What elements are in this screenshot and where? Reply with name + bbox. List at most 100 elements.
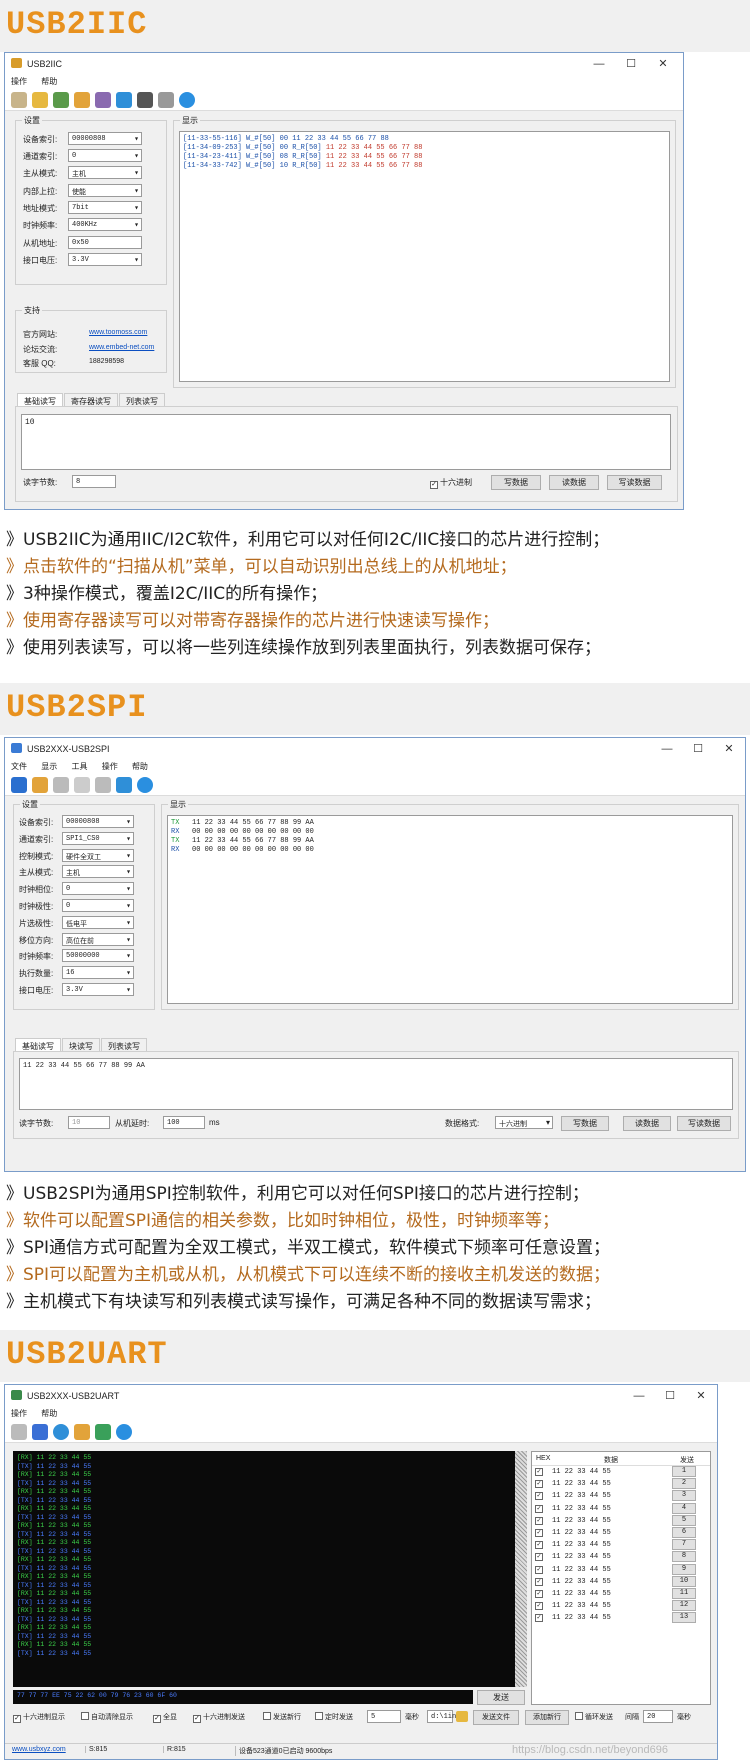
list-check-icon[interactable]: ✓ — [535, 1589, 543, 1598]
device-icon[interactable] — [137, 92, 153, 108]
website-link[interactable]: www.toomoss.com — [89, 329, 147, 336]
read-button[interactable]: 读数据 — [623, 1116, 671, 1131]
setting-select[interactable]: 50000000 — [62, 949, 134, 963]
play-icon[interactable] — [53, 777, 69, 793]
list-check-icon[interactable]: ✓ — [535, 1565, 543, 1574]
log-area[interactable]: TX 11 22 33 44 55 66 77 88 99 AA RX 00 00… — [167, 815, 733, 1004]
list-check-icon[interactable]: ✓ — [535, 1480, 543, 1489]
slave-address-input[interactable]: 0x50 — [68, 236, 142, 249]
hex-display-checkbox[interactable]: ✓ 十六进制显示 — [13, 1712, 65, 1723]
close-icon[interactable]: ✕ — [649, 56, 677, 72]
open-icon[interactable] — [32, 92, 48, 108]
list-check-icon[interactable]: ✓ — [535, 1553, 543, 1562]
minimize-icon[interactable]: — — [653, 741, 681, 757]
menu-operate[interactable]: 操作 — [11, 1409, 27, 1418]
newline-checkbox[interactable]: 发送新行 — [263, 1712, 301, 1722]
maximize-icon[interactable]: ☐ — [684, 741, 712, 757]
setting-select[interactable]: 0 — [68, 149, 142, 162]
save-icon[interactable] — [53, 92, 69, 108]
calc-icon[interactable] — [95, 1424, 111, 1440]
menu-help[interactable]: 帮助 — [41, 77, 57, 86]
setting-select[interactable]: 低电平 — [62, 915, 134, 929]
setting-select[interactable]: 3.3V — [62, 983, 134, 996]
setting-select[interactable]: 16 — [62, 966, 134, 980]
file-path-input[interactable]: d:\1in — [427, 1710, 456, 1723]
timer-spinner[interactable]: 5 — [367, 1710, 401, 1723]
list-check-icon[interactable]: ✓ — [535, 1528, 543, 1537]
setting-select[interactable]: 0 — [62, 899, 134, 912]
bytes-spinner[interactable]: 8 — [72, 475, 116, 488]
list-check-icon[interactable]: ✓ — [535, 1614, 543, 1623]
show-all-checkbox[interactable]: ✓ 全显 — [153, 1712, 177, 1723]
list-send-button[interactable]: 10 — [672, 1575, 696, 1587]
log-scrollbar[interactable] — [515, 1451, 527, 1687]
list-check-icon[interactable]: ✓ — [535, 1468, 543, 1476]
uart-log[interactable]: [RX] 11 22 33 44 55 [TX] 11 22 33 44 55 [R… — [13, 1451, 518, 1687]
timed-send-checkbox[interactable]: 定时发送 — [315, 1712, 353, 1722]
list-send-button[interactable]: 13 — [672, 1612, 696, 1624]
new-icon[interactable] — [11, 92, 27, 108]
menu-help[interactable]: 帮助 — [41, 1409, 57, 1418]
format-select[interactable]: 十六进制 — [495, 1116, 553, 1129]
edit-icon[interactable] — [95, 777, 111, 793]
list-send-button[interactable]: 5 — [672, 1514, 696, 1526]
write-read-button[interactable]: 写读数据 — [677, 1116, 731, 1131]
help-icon[interactable] — [137, 777, 153, 793]
save-icon[interactable] — [11, 777, 27, 793]
write-button[interactable]: 写数据 — [561, 1116, 609, 1131]
log-area[interactable]: [11-33-55-116] W_#[50] 00 11 22 33 44 55… — [179, 131, 670, 382]
setting-select[interactable]: 硬件全双工 — [62, 848, 134, 862]
data-input[interactable]: 10 — [21, 414, 671, 470]
close-icon[interactable]: ✕ — [687, 1388, 715, 1404]
maximize-icon[interactable]: ☐ — [617, 56, 645, 72]
bytes-spinner[interactable]: 10 — [68, 1116, 110, 1129]
list-send-button[interactable]: 1 — [672, 1466, 696, 1477]
setting-select[interactable]: 0 — [62, 882, 134, 896]
hex-send-checkbox[interactable]: ✓ 十六进制发送 — [193, 1712, 245, 1723]
menu-operate[interactable]: 操作 — [102, 762, 118, 771]
clear-icon[interactable] — [74, 1424, 90, 1440]
settings-icon[interactable] — [158, 92, 174, 108]
add-row-button[interactable]: 添加新行 — [525, 1710, 569, 1725]
list-send-button[interactable]: 3 — [672, 1490, 696, 1502]
setting-select[interactable]: 400KHz — [68, 218, 142, 231]
list-send-button[interactable]: 12 — [672, 1600, 696, 1612]
maximize-icon[interactable]: ☐ — [656, 1388, 684, 1404]
scan-icon[interactable] — [95, 92, 111, 108]
info-icon[interactable] — [179, 92, 195, 108]
data-input[interactable]: 11 22 33 44 55 66 77 88 99 AA — [19, 1058, 733, 1110]
menu-help[interactable]: 帮助 — [132, 762, 148, 771]
loop-send-checkbox[interactable]: 循环发送 — [575, 1712, 613, 1722]
list-send-button[interactable]: 8 — [672, 1551, 696, 1563]
list-check-icon[interactable]: ✓ — [535, 1504, 543, 1513]
setting-select[interactable]: SPI1_CS0 — [62, 831, 134, 845]
slave-delay-spinner[interactable]: 100 — [163, 1116, 205, 1129]
setting-select[interactable]: 使能 — [68, 184, 142, 197]
setting-select[interactable]: 00000808 — [62, 815, 134, 828]
close-icon[interactable]: ✕ — [715, 741, 743, 757]
list-send-button[interactable]: 11 — [672, 1587, 696, 1599]
list-send-button[interactable]: 6 — [672, 1526, 696, 1538]
minimize-icon[interactable]: — — [625, 1388, 653, 1404]
forum-link[interactable]: www.embed-net.com — [89, 344, 154, 351]
clear-icon[interactable] — [32, 777, 48, 793]
status-website[interactable]: www.usbxyz.com — [9, 1746, 66, 1753]
list-check-icon[interactable]: ✓ — [535, 1516, 543, 1525]
play-icon[interactable] — [11, 1424, 27, 1440]
minimize-icon[interactable]: — — [585, 56, 613, 72]
list-check-icon[interactable]: ✓ — [535, 1577, 543, 1586]
list-check-icon[interactable]: ✓ — [535, 1492, 543, 1501]
setting-select[interactable]: 主机 — [62, 865, 134, 879]
send-input[interactable]: 77 77 77 EE 75 22 62 00 79 76 23 60 6F 6… — [13, 1690, 473, 1704]
hex-check-icon[interactable]: ✓ — [430, 481, 438, 489]
list-send-button[interactable]: 9 — [672, 1563, 696, 1575]
hex-checkbox[interactable]: ✓ 十六进制 — [430, 474, 490, 489]
menu-file[interactable]: 文件 — [11, 762, 27, 771]
send-file-button[interactable]: 发送文件 — [473, 1710, 519, 1725]
pause-icon[interactable] — [74, 777, 90, 793]
menu-view[interactable]: 显示 — [41, 762, 57, 771]
pause-icon[interactable] — [32, 1424, 48, 1440]
send-button[interactable]: 发送 — [477, 1690, 525, 1705]
clear-icon[interactable] — [74, 92, 90, 108]
folder-icon[interactable] — [456, 1711, 468, 1722]
